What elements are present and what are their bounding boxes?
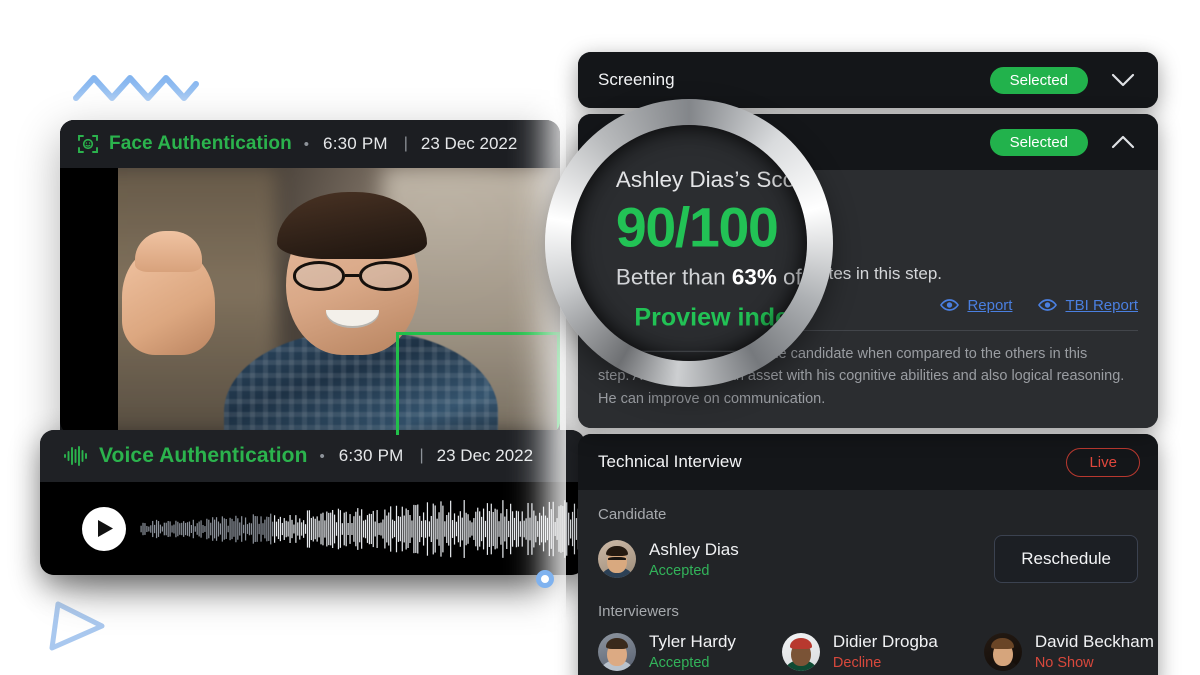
avatar bbox=[781, 632, 820, 671]
score-description-line-3: He can improve on communication. bbox=[598, 390, 826, 407]
interviewer-meta: David Beckham No Show bbox=[1035, 632, 1154, 671]
screening-title: Screening bbox=[598, 70, 675, 89]
interviewer-name: Tyler Hardy bbox=[649, 632, 736, 652]
face-auth-date: 23 Dec 2022 bbox=[420, 134, 518, 153]
reschedule-button[interactable]: Reschedule bbox=[994, 535, 1138, 584]
chevron-down-icon[interactable] bbox=[1106, 63, 1140, 97]
score-divider bbox=[598, 330, 1138, 331]
tbi-report-link[interactable]: TBI Report bbox=[1038, 297, 1138, 314]
proview-index-row: Proview index: High Report TBI Report bbox=[598, 294, 1138, 316]
live-status-badge: Live bbox=[1066, 447, 1140, 477]
technical-interview-body: Candidate Ashley Dias Accepted Reschedul… bbox=[578, 490, 1158, 675]
interviewers-section-label: Interviewers bbox=[598, 603, 679, 621]
interviewer-item[interactable]: Tyler Hardy Accepted bbox=[598, 632, 758, 671]
step-card-screening[interactable]: Screening Selected bbox=[578, 52, 1158, 108]
better-prefix: Better than bbox=[598, 264, 686, 283]
step-card-technical-interview[interactable]: Technical Interview Live Candidate Ashle… bbox=[578, 434, 1158, 675]
avatar bbox=[598, 540, 636, 579]
candidate-name: Ashley Dias bbox=[649, 539, 739, 559]
report-link-label: Report bbox=[967, 296, 1013, 314]
interviewer-item[interactable]: Didier Drogba Decline bbox=[781, 632, 960, 671]
person-glasses bbox=[292, 261, 412, 291]
chevron-up-icon[interactable] bbox=[1106, 125, 1140, 159]
interviewer-status: Accepted bbox=[649, 655, 710, 672]
score-percentile-text: Better than 63% of all Candidates in thi… bbox=[598, 264, 1138, 284]
zigzag-decoration-icon bbox=[73, 75, 199, 101]
score-header[interactable]: Selected bbox=[578, 114, 1158, 170]
interviewers-row: Tyler Hardy Accepted Didier Drogba Decli… bbox=[598, 632, 1154, 671]
score-description: This is an overall score of the candidat… bbox=[598, 343, 1138, 410]
voice-auth-header: Voice Authentication • 6:30 PM | 23 Dec … bbox=[40, 430, 585, 482]
voice-auth-divider: | bbox=[419, 447, 424, 464]
face-scan-icon bbox=[78, 135, 98, 153]
interview-steps-column: Screening Selected Selected Ashley Dias’… bbox=[578, 52, 1158, 675]
face-auth-header: Face Authentication • 6:30 PM | 23 Dec 2… bbox=[60, 120, 560, 168]
tbi-report-link-label: TBI Report bbox=[1065, 296, 1138, 314]
report-links: Report TBI Report bbox=[940, 297, 1138, 314]
score-description-line-2: step. Ashley Dias is an asset with his c… bbox=[598, 368, 1125, 385]
score-candidate-label: Ashley Dias’s Score bbox=[598, 186, 749, 205]
step-card-score[interactable]: Selected Ashley Dias’s Score 90/100 Bett… bbox=[578, 114, 1158, 429]
face-auth-title: Face Authentication bbox=[109, 133, 292, 154]
voice-wave-icon bbox=[64, 446, 87, 466]
interviewer-meta: Tyler Hardy Accepted bbox=[649, 632, 736, 671]
candidate-row: Ashley Dias Accepted Reschedule bbox=[598, 535, 1138, 584]
interviewer-status: No Show bbox=[1034, 655, 1094, 672]
screening-header[interactable]: Screening Selected bbox=[578, 52, 1158, 108]
interviewer-name: David Beckham bbox=[1034, 632, 1154, 652]
play-icon bbox=[98, 520, 113, 537]
person-hair bbox=[277, 192, 428, 259]
report-link[interactable]: Report bbox=[940, 297, 1012, 314]
score-value: 90/100 bbox=[598, 210, 724, 257]
interviewer-item[interactable]: David Beckham No Show bbox=[983, 632, 1158, 671]
voice-authentication-card: Voice Authentication • 6:30 PM | 23 Dec … bbox=[40, 430, 585, 575]
candidate-section-label: Candidate bbox=[598, 506, 667, 524]
proview-index-label: Proview index: bbox=[598, 295, 709, 314]
avatar bbox=[598, 632, 636, 671]
candidate-meta: Ashley Dias Accepted bbox=[649, 540, 739, 579]
screening-status-badge: Selected bbox=[989, 66, 1088, 94]
face-auth-divider: | bbox=[403, 135, 408, 152]
audio-waveform[interactable] bbox=[140, 497, 585, 561]
score-status-badge: Selected bbox=[989, 128, 1088, 156]
interviewer-meta: Didier Drogba Decline bbox=[833, 632, 938, 671]
proview-index-value: High bbox=[720, 294, 763, 315]
face-auth-time: 6:30 PM bbox=[323, 134, 388, 153]
play-button[interactable] bbox=[82, 506, 126, 551]
audio-player-row bbox=[40, 482, 585, 575]
voice-auth-title: Voice Authentication bbox=[99, 444, 308, 467]
avatar bbox=[983, 632, 1022, 671]
interviewer-status: Decline bbox=[832, 655, 882, 672]
voice-auth-separator: • bbox=[319, 447, 325, 465]
person-waving-hand bbox=[122, 231, 216, 355]
voice-auth-date: 23 Dec 2022 bbox=[436, 446, 534, 465]
interviewers-section: Interviewers Tyler Hardy Accepted Didier… bbox=[598, 603, 1154, 671]
eye-icon bbox=[940, 299, 960, 311]
face-detection-box bbox=[396, 332, 560, 435]
face-authentication-card: Face Authentication • 6:30 PM | 23 Dec 2… bbox=[60, 120, 560, 435]
face-auth-separator: • bbox=[303, 135, 310, 153]
score-body: Ashley Dias’s Score 90/100 Better than 6… bbox=[578, 170, 1158, 429]
technical-interview-title: Technical Interview bbox=[598, 452, 742, 472]
screenshot-root: Face Authentication • 6:30 PM | 23 Dec 2… bbox=[0, 0, 1200, 675]
media-authentication-panel: Face Authentication • 6:30 PM | 23 Dec 2… bbox=[40, 120, 585, 575]
eye-icon bbox=[1038, 299, 1058, 311]
score-description-line-1: This is an overall score of the candidat… bbox=[598, 346, 1088, 362]
better-percent: 63% bbox=[685, 264, 720, 283]
candidate-status: Accepted bbox=[649, 562, 710, 579]
triangle-decoration-icon bbox=[49, 601, 105, 651]
voice-auth-time: 6:30 PM bbox=[338, 446, 404, 465]
interviewer-name: Didier Drogba bbox=[832, 632, 938, 652]
technical-interview-header[interactable]: Technical Interview Live bbox=[578, 434, 1158, 491]
better-suffix: of all Candidates in this step. bbox=[719, 264, 942, 283]
